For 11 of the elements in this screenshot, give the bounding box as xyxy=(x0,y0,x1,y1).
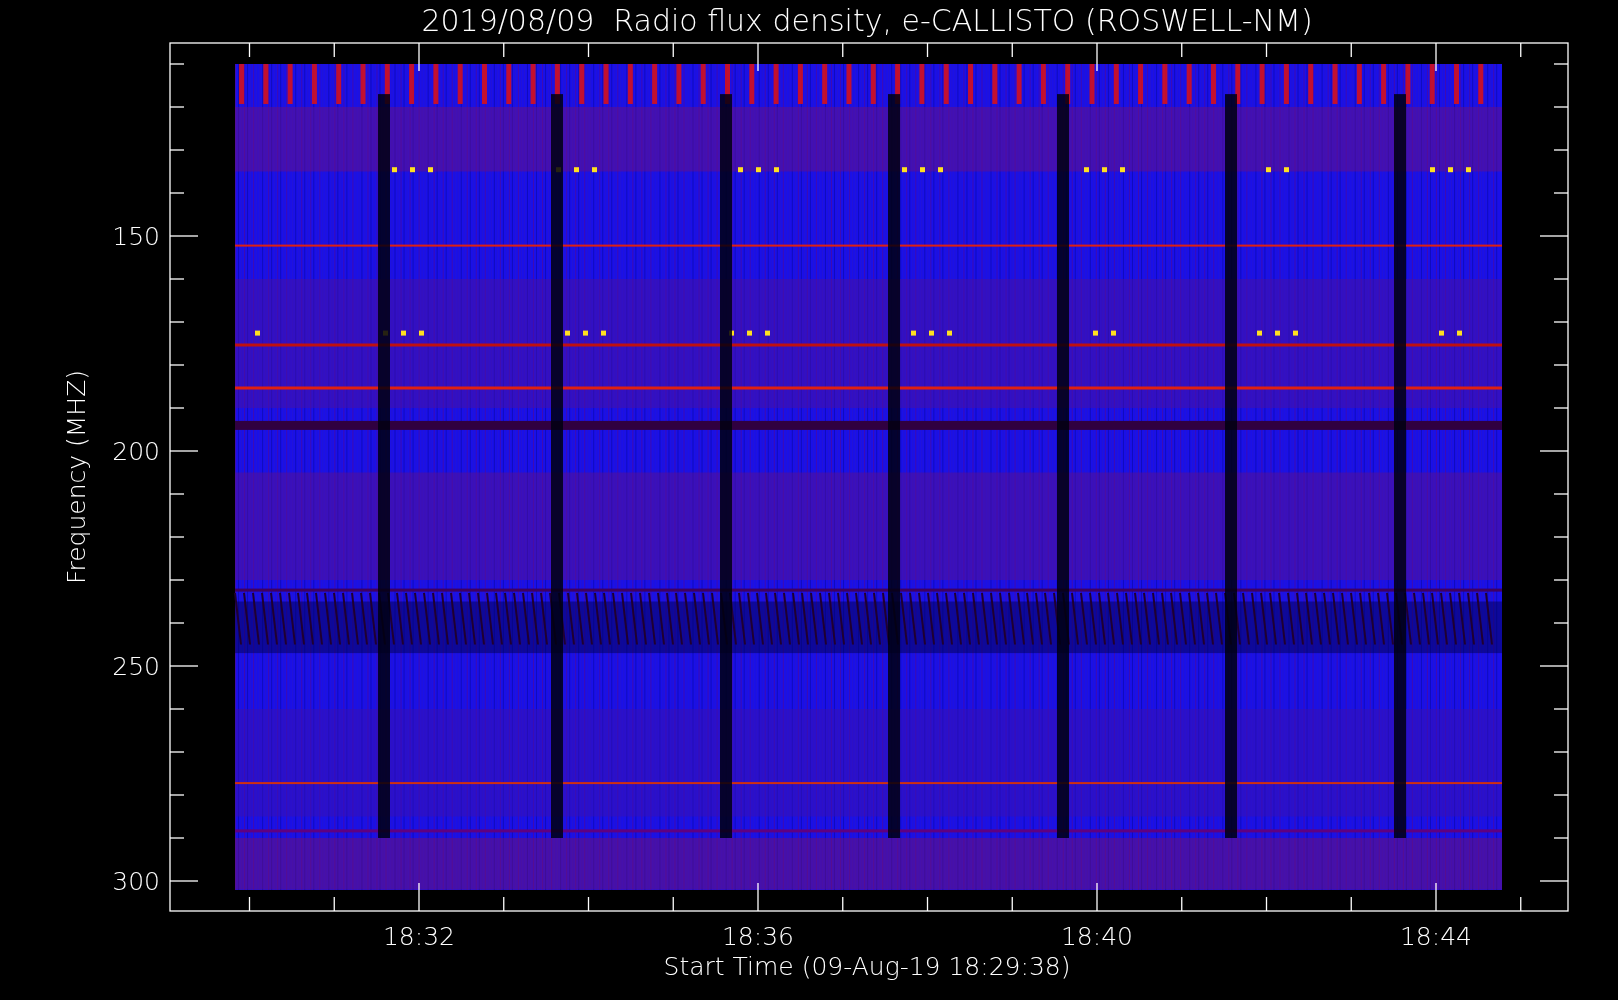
y-tick-label: 150 xyxy=(112,222,160,251)
y-axis-title: Frequency (MHZ) xyxy=(62,369,91,585)
x-tick-label: 18:36 xyxy=(722,922,794,951)
x-axis-title: Start Time (09-Aug-19 18:29:38) xyxy=(663,952,1071,981)
chart-title: 2019/08/09 Radio flux density, e-CALLISTO (ROSWELL-NM) xyxy=(421,3,1313,38)
y-tick-label: 200 xyxy=(112,437,160,466)
x-tick-label: 18:32 xyxy=(383,922,455,951)
y-tick-label: 300 xyxy=(112,867,160,896)
x-tick-label: 18:40 xyxy=(1061,922,1133,951)
x-tick-label: 18:44 xyxy=(1400,922,1472,951)
y-tick-label: 250 xyxy=(112,652,160,681)
